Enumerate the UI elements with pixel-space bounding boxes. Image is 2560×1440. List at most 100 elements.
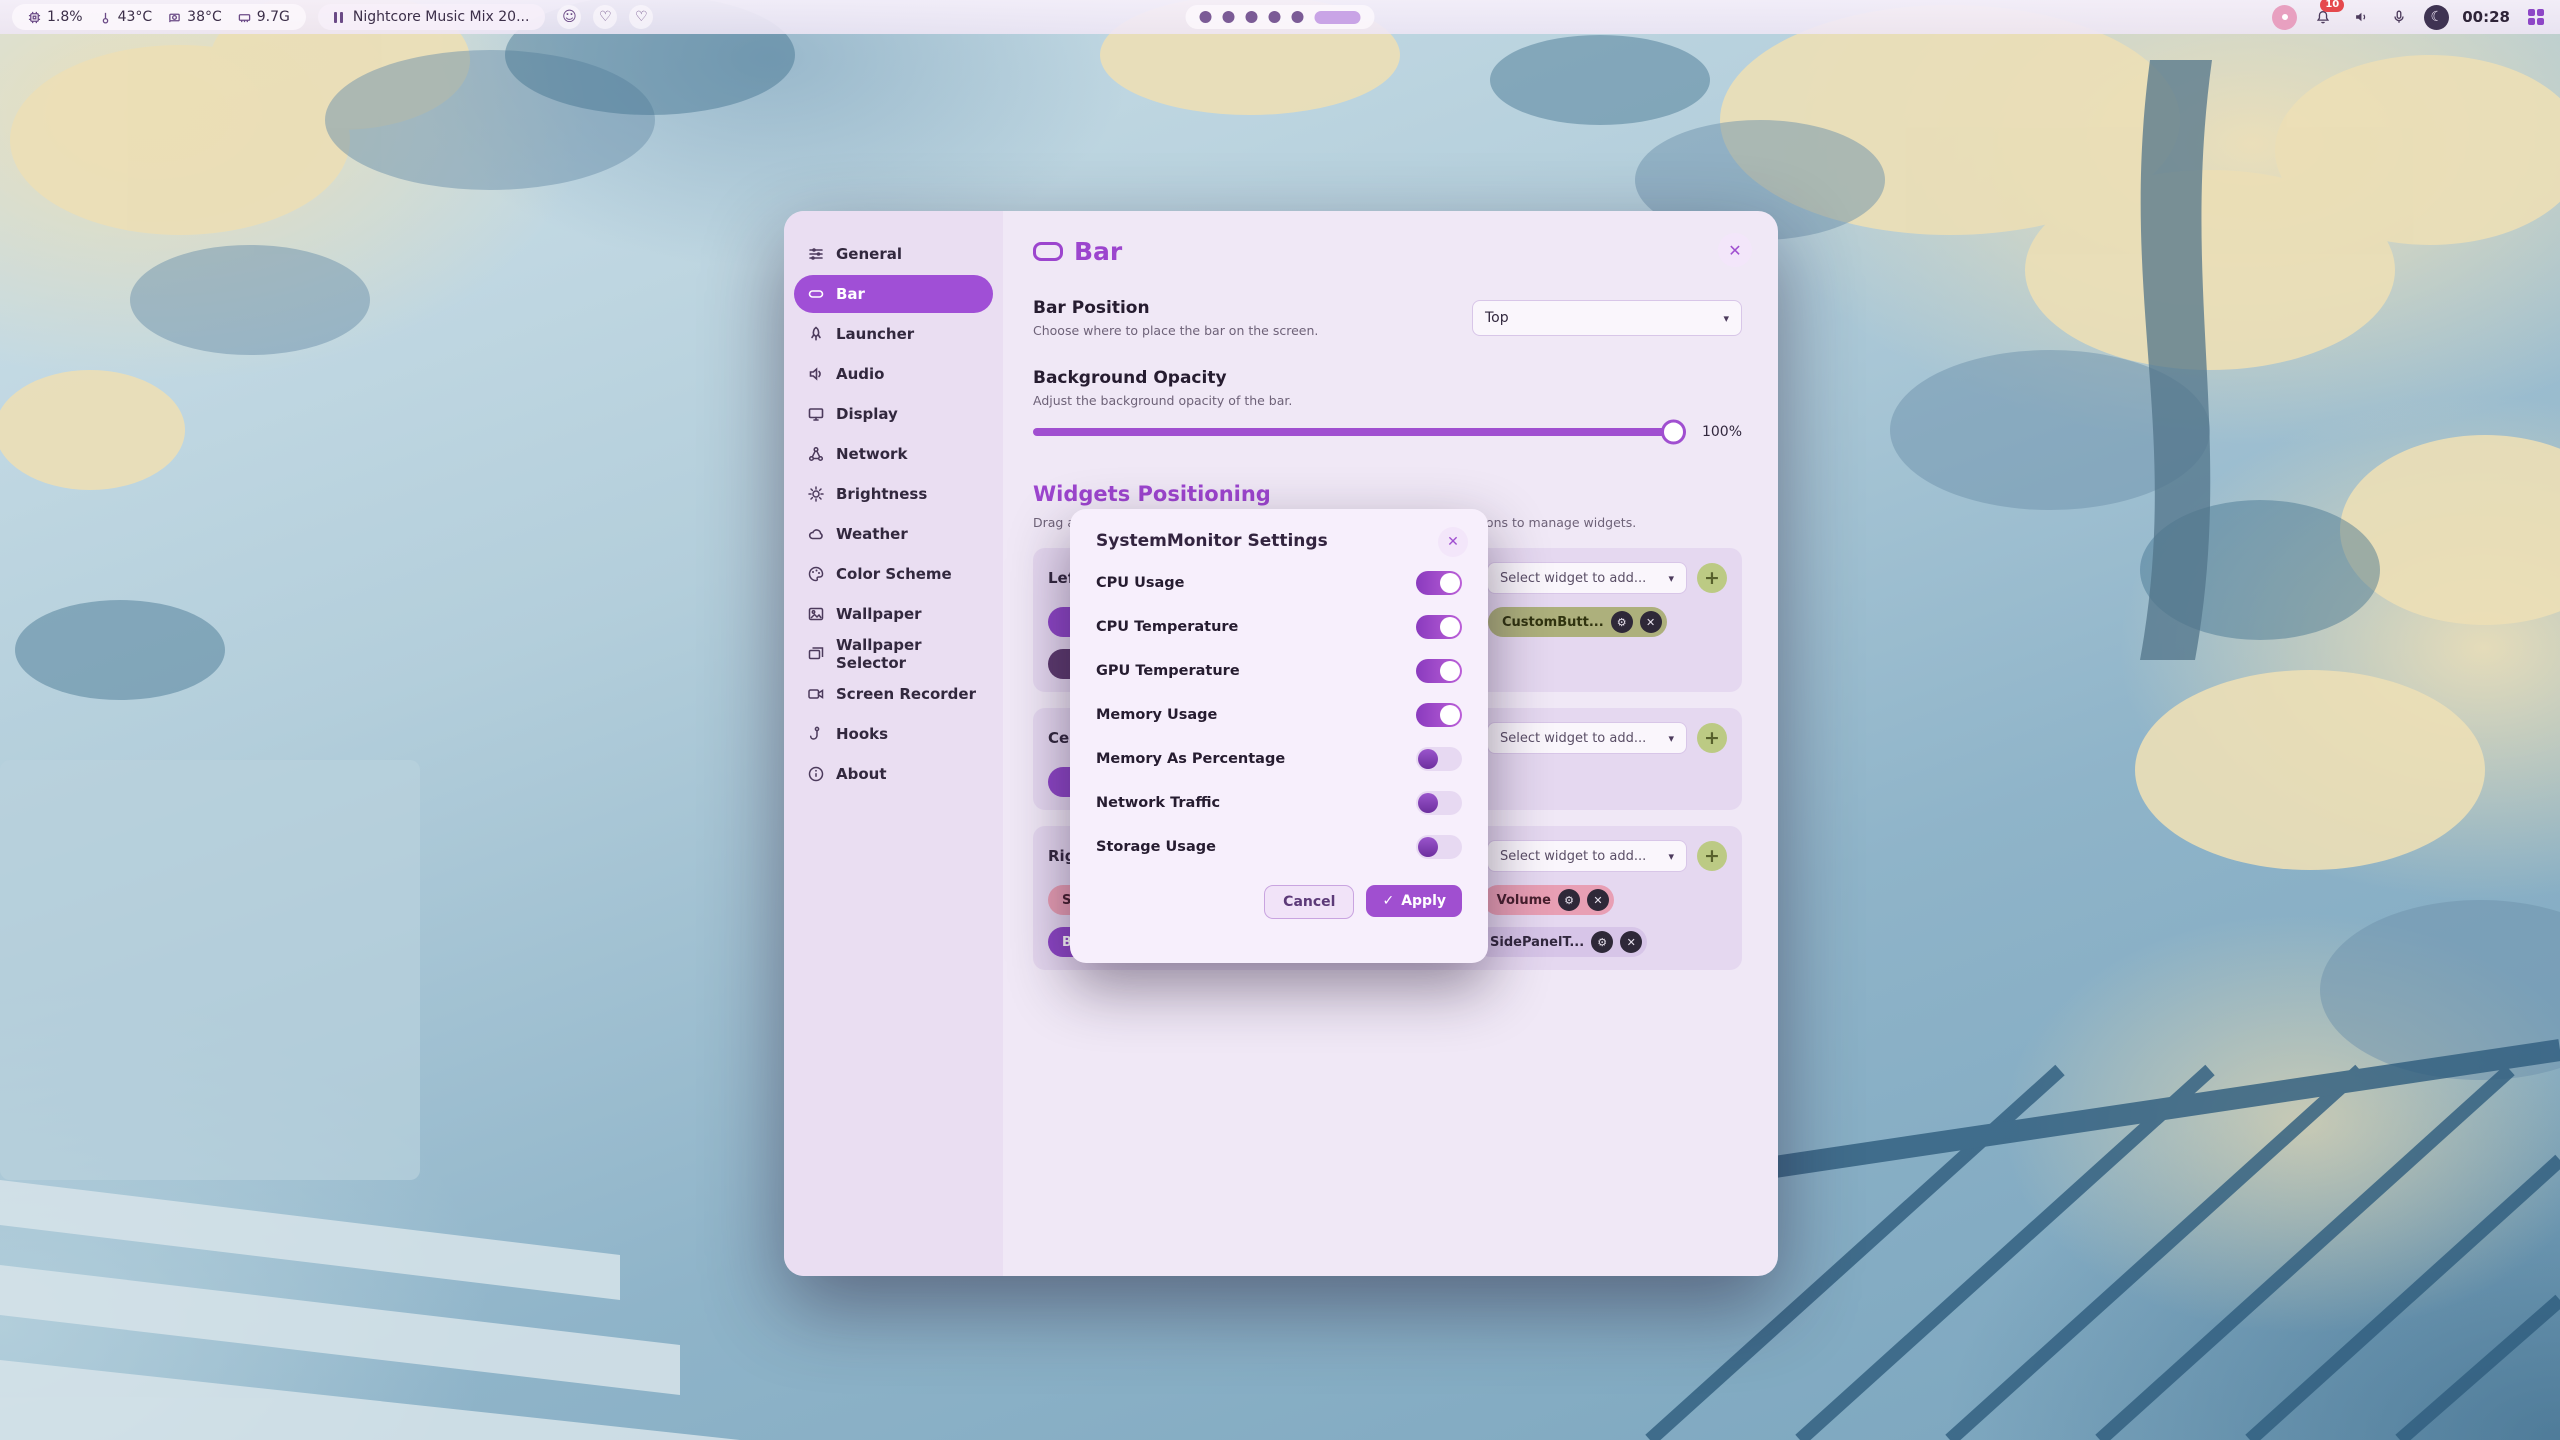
sidebar-item-hooks[interactable]: Hooks: [794, 715, 993, 753]
widget-settings-button[interactable]: ⚙: [1591, 931, 1613, 953]
memory-usage-toggle[interactable]: [1416, 703, 1462, 727]
add-widget-dropdown[interactable]: Select widget to add... ▾: [1487, 562, 1687, 594]
add-widget-dropdown[interactable]: Select widget to add... ▾: [1487, 722, 1687, 754]
likes-button[interactable]: ♡: [629, 5, 653, 29]
sidebar-item-label: Bar: [836, 285, 865, 303]
widget-chip-custombutton[interactable]: CustomButt... ⚙ ✕: [1488, 607, 1667, 637]
add-widget-dropdown[interactable]: Select widget to add... ▾: [1487, 840, 1687, 872]
add-widget-button[interactable]: +: [1697, 841, 1727, 871]
add-widget-button[interactable]: +: [1697, 723, 1727, 753]
widget-settings-button[interactable]: ⚙: [1558, 889, 1580, 911]
rocket-icon: [807, 325, 825, 343]
add-widget-button[interactable]: +: [1697, 563, 1727, 593]
toggle-row-cpu-temperature: CPU Temperature: [1096, 615, 1462, 639]
workspace-active-pill[interactable]: [1315, 11, 1361, 24]
heart-icon: ♡: [635, 9, 648, 25]
favorites-button[interactable]: ♡: [593, 5, 617, 29]
sidebar-item-label: Screen Recorder: [836, 685, 976, 703]
background-opacity-label: Background Opacity: [1033, 368, 1742, 388]
microphone-icon: [2391, 9, 2407, 25]
workspace-dot[interactable]: [1223, 11, 1235, 23]
sidebar-item-wallpaper-selector[interactable]: Wallpaper Selector: [794, 635, 993, 673]
dialog-close-button[interactable]: ✕: [1438, 527, 1468, 557]
volume-button[interactable]: [2348, 5, 2373, 30]
color-picker-button[interactable]: [2272, 5, 2297, 30]
bar-position-value: Top: [1485, 310, 1509, 326]
sidebar-item-label: Color Scheme: [836, 565, 952, 583]
microphone-button[interactable]: [2386, 5, 2411, 30]
clock[interactable]: 00:28: [2462, 8, 2510, 26]
cancel-button[interactable]: Cancel: [1264, 885, 1354, 919]
page-header: Bar: [1033, 237, 1742, 266]
bar-position-row: Bar Position Choose where to place the b…: [1033, 298, 1742, 338]
network-icon: [807, 445, 825, 463]
systemmonitor-settings-dialog: SystemMonitor Settings ✕ CPU Usage CPU T…: [1070, 509, 1488, 963]
gpu-temperature-toggle[interactable]: [1416, 659, 1462, 683]
close-icon: ✕: [1728, 241, 1741, 260]
sidebar-item-wallpaper[interactable]: Wallpaper: [794, 595, 993, 633]
notifications-button[interactable]: 10: [2310, 5, 2335, 30]
opacity-slider-knob[interactable]: [1661, 420, 1686, 445]
workspace-indicator[interactable]: [1186, 5, 1375, 29]
add-widget-placeholder: Select widget to add...: [1500, 731, 1646, 746]
sidebar-item-label: Network: [836, 445, 907, 463]
system-stats-group[interactable]: 1.8% 43°C 38°C 9.7G: [12, 4, 306, 30]
chevron-down-icon: ▾: [1668, 732, 1674, 745]
sidebar-item-network[interactable]: Network: [794, 435, 993, 473]
sidebar-item-label: General: [836, 245, 902, 263]
video-camera-icon: [807, 685, 825, 703]
chevron-down-icon: ▾: [1668, 850, 1674, 863]
memory-as-percentage-toggle[interactable]: [1416, 747, 1462, 771]
cpu-usage-value: 1.8%: [47, 9, 83, 25]
workspace-dot[interactable]: [1200, 11, 1212, 23]
cpu-temperature-toggle[interactable]: [1416, 615, 1462, 639]
remove-widget-button[interactable]: ✕: [1640, 611, 1662, 633]
bar-position-dropdown[interactable]: Top ▾: [1472, 300, 1742, 336]
cpu-temp-value: 43°C: [118, 9, 153, 25]
gpu-icon: [168, 11, 181, 24]
sidebar-item-audio[interactable]: Audio: [794, 355, 993, 393]
sidebar-item-launcher[interactable]: Launcher: [794, 315, 993, 353]
sliders-icon: [807, 245, 825, 263]
widget-settings-button[interactable]: ⚙: [1611, 611, 1633, 633]
apply-button[interactable]: ✓ Apply: [1366, 885, 1462, 917]
pause-icon: [334, 12, 343, 23]
remove-widget-button[interactable]: ✕: [1587, 889, 1609, 911]
cpu-usage-toggle[interactable]: [1416, 571, 1462, 595]
dialog-title: SystemMonitor Settings: [1096, 531, 1462, 551]
sidebar-item-weather[interactable]: Weather: [794, 515, 993, 553]
app-launcher-button[interactable]: [2523, 5, 2548, 30]
monitor-icon: [807, 405, 825, 423]
bar-position-label: Bar Position: [1033, 298, 1318, 318]
sidebar-item-display[interactable]: Display: [794, 395, 993, 433]
sidebar-item-screen-recorder[interactable]: Screen Recorder: [794, 675, 993, 713]
window-close-button[interactable]: ✕: [1718, 233, 1752, 267]
close-icon: ✕: [1447, 534, 1459, 550]
volume-icon: [2353, 9, 2369, 25]
cpu-usage-stat: 1.8%: [28, 9, 83, 25]
sidebar-item-brightness[interactable]: Brightness: [794, 475, 993, 513]
storage-usage-toggle[interactable]: [1416, 835, 1462, 859]
memory-value: 9.7G: [257, 9, 290, 25]
widget-chip-volume[interactable]: Volume ⚙ ✕: [1483, 885, 1614, 915]
workspace-dot[interactable]: [1269, 11, 1281, 23]
sidebar-item-color-scheme[interactable]: Color Scheme: [794, 555, 993, 593]
remove-widget-button[interactable]: ✕: [1620, 931, 1642, 953]
images-icon: [807, 645, 825, 663]
media-player-widget[interactable]: Nightcore Music Mix 20...: [318, 4, 546, 30]
opacity-slider[interactable]: [1033, 428, 1686, 436]
sidebar-item-general[interactable]: General: [794, 235, 993, 273]
workspace-dot[interactable]: [1292, 11, 1304, 23]
night-light-button[interactable]: ☾: [2424, 5, 2449, 30]
image-icon: [807, 605, 825, 623]
bar-icon: [1033, 242, 1063, 261]
sidebar-item-about[interactable]: About: [794, 755, 993, 793]
network-traffic-toggle[interactable]: [1416, 791, 1462, 815]
widget-chip-sidepanel[interactable]: SidePanelT... ⚙ ✕: [1476, 927, 1647, 957]
sidebar-item-label: Launcher: [836, 325, 914, 343]
workspace-dot[interactable]: [1246, 11, 1258, 23]
close-icon: ✕: [1593, 894, 1602, 907]
gear-icon: ⚙: [1597, 936, 1607, 949]
emoji-picker-button[interactable]: ☺: [557, 5, 581, 29]
sidebar-item-bar[interactable]: Bar: [794, 275, 993, 313]
